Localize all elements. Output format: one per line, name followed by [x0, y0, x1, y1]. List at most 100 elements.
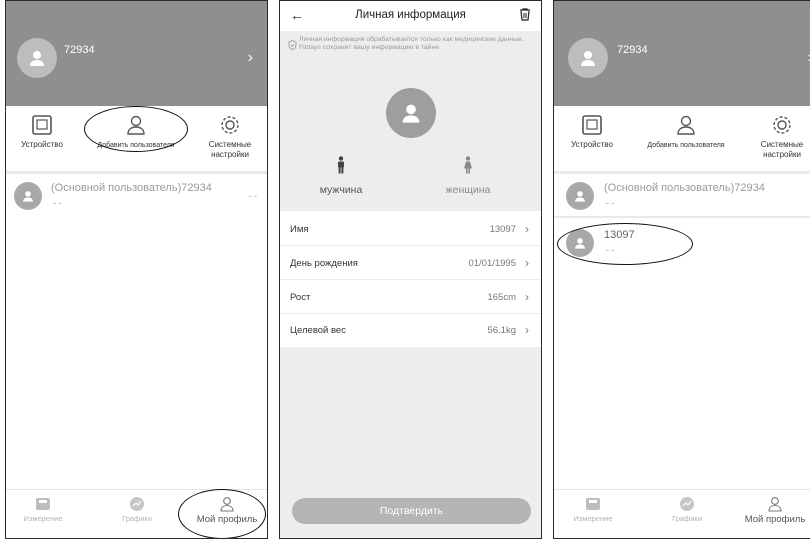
field-name[interactable]: Имя 13097 › [280, 213, 541, 246]
add-person-icon [127, 115, 145, 135]
user-row[interactable]: (Основной пользователь)72934 - - - - [6, 178, 267, 214]
chevron-right-icon: › [525, 290, 529, 304]
settings-label: Системные настройки [208, 140, 252, 159]
tab-my-profile[interactable]: Мой профиль [740, 496, 810, 525]
tab-charts-label: Графики [672, 514, 702, 523]
avatar [568, 38, 608, 78]
avatar [17, 38, 57, 78]
profile-screen-after: 72934 › Устройство Добавить пользователя… [553, 0, 810, 539]
chevron-right-icon: › [525, 323, 529, 337]
divider [6, 171, 267, 174]
gender-male-label: мужчина [319, 184, 363, 196]
device-button[interactable]: Устройство [12, 114, 72, 150]
divider [554, 216, 810, 218]
user-subvalue: - - [606, 245, 615, 255]
chevron-right-icon: › [525, 222, 529, 236]
top-bar: ← Личная информация [280, 1, 541, 31]
field-value: 56.1kg [487, 325, 516, 336]
person-outline-icon [220, 497, 234, 512]
tab-measurement-label: Измерение [573, 514, 613, 523]
settings-label: Системные настройки [760, 140, 804, 159]
person-icon [30, 51, 44, 66]
user-row[interactable]: 13097 - - - - [554, 225, 810, 261]
add-user-button[interactable]: Добавить пользователя [638, 114, 734, 151]
scale-device-icon [32, 115, 52, 135]
settings-button[interactable]: Системные настройки [198, 114, 262, 160]
privacy-notice: Личная информация обрабатывается только … [288, 36, 533, 52]
field-label: Рост [290, 292, 311, 303]
user-id: 72934 [64, 44, 95, 56]
gear-icon [773, 116, 791, 134]
avatar[interactable] [386, 88, 436, 138]
chart-icon [130, 497, 144, 511]
user-value: - - [248, 191, 258, 201]
field-label: Целевой вес [290, 325, 346, 336]
gender-male-option[interactable]: мужчина [296, 156, 386, 196]
tab-measurement[interactable]: Измерение [558, 496, 628, 523]
person-outline-icon [768, 497, 782, 512]
personal-info-screen: ← Личная информация Личная информация об… [279, 0, 542, 539]
tab-my-profile[interactable]: Мой профиль [192, 496, 262, 525]
user-subvalue: - - [53, 198, 62, 208]
add-person-icon [677, 115, 695, 135]
tab-charts[interactable]: Графики [652, 496, 722, 523]
gender-female-option[interactable]: женщина [423, 156, 513, 196]
field-target-weight[interactable]: Целевой вес 56.1kg › [280, 314, 541, 347]
device-label: Устройство [571, 140, 613, 149]
tab-measurement-label: Измерение [23, 514, 63, 523]
device-label: Устройство [21, 140, 63, 149]
privacy-notice-text: Личная информация обрабатывается только … [299, 36, 524, 51]
person-icon [23, 191, 33, 202]
user-id: 72934 [617, 44, 648, 56]
device-button[interactable]: Устройство [562, 114, 622, 150]
tab-charts-label: Графики [122, 514, 152, 523]
person-icon [402, 104, 420, 123]
bottom-tab-bar: Измерение Графики Мой профиль [554, 489, 810, 538]
female-icon [464, 156, 472, 174]
user-subvalue: - - [606, 198, 615, 208]
tab-my-profile-label: Мой профиль [196, 514, 258, 525]
profile-header[interactable]: 72934 › [6, 1, 267, 106]
field-birthday[interactable]: День рождения 01/01/1995 › [280, 247, 541, 280]
profile-header[interactable]: 72934 › [554, 1, 810, 106]
user-label: (Основной пользователь)72934 [51, 182, 212, 194]
person-icon [581, 51, 595, 66]
field-label: Имя [290, 224, 309, 235]
tab-measurement[interactable]: Измерение [8, 496, 78, 523]
confirm-button[interactable]: Подтвердить [292, 498, 531, 524]
quick-actions: Устройство Добавить пользователя Системн… [554, 106, 810, 171]
tab-my-profile-label: Мой профиль [744, 514, 806, 525]
user-label: 13097 [604, 229, 635, 241]
gender-female-label: женщина [445, 184, 491, 196]
tab-charts[interactable]: Графики [102, 496, 172, 523]
user-avatar [566, 229, 594, 257]
chart-icon [680, 497, 694, 511]
field-value: 01/01/1995 [468, 258, 516, 269]
settings-button[interactable]: Системные настройки [750, 114, 810, 160]
scale-icon [36, 498, 50, 510]
person-icon [575, 191, 585, 202]
chevron-right-icon: › [525, 256, 529, 270]
bottom-tab-bar: Измерение Графики Мой профиль [6, 489, 267, 538]
profile-screen-before: 72934 › Устройство Добавить пользователя… [5, 0, 268, 539]
person-icon [575, 238, 585, 249]
user-avatar [14, 182, 42, 210]
page-title: Личная информация [355, 9, 466, 21]
field-label: День рождения [290, 258, 358, 269]
gear-icon [221, 116, 239, 134]
scale-device-icon [582, 115, 602, 135]
chevron-right-icon[interactable]: › [248, 49, 253, 67]
add-user-label: Добавить пользователя [97, 142, 175, 149]
quick-actions: Устройство Добавить пользователя Системн… [6, 106, 267, 171]
user-row[interactable]: (Основной пользователь)72934 - - - - [554, 178, 810, 214]
add-user-button[interactable]: Добавить пользователя [88, 114, 184, 151]
field-value: 13097 [489, 224, 516, 235]
user-label: (Основной пользователь)72934 [604, 182, 765, 194]
divider [554, 171, 810, 174]
field-height[interactable]: Рост 165cm › [280, 281, 541, 314]
shield-icon [288, 40, 297, 50]
trash-icon[interactable] [519, 8, 531, 21]
scale-icon [586, 498, 600, 510]
field-value: 165cm [487, 292, 516, 303]
personal-info-header: Личная информация обрабатывается только … [280, 31, 541, 211]
